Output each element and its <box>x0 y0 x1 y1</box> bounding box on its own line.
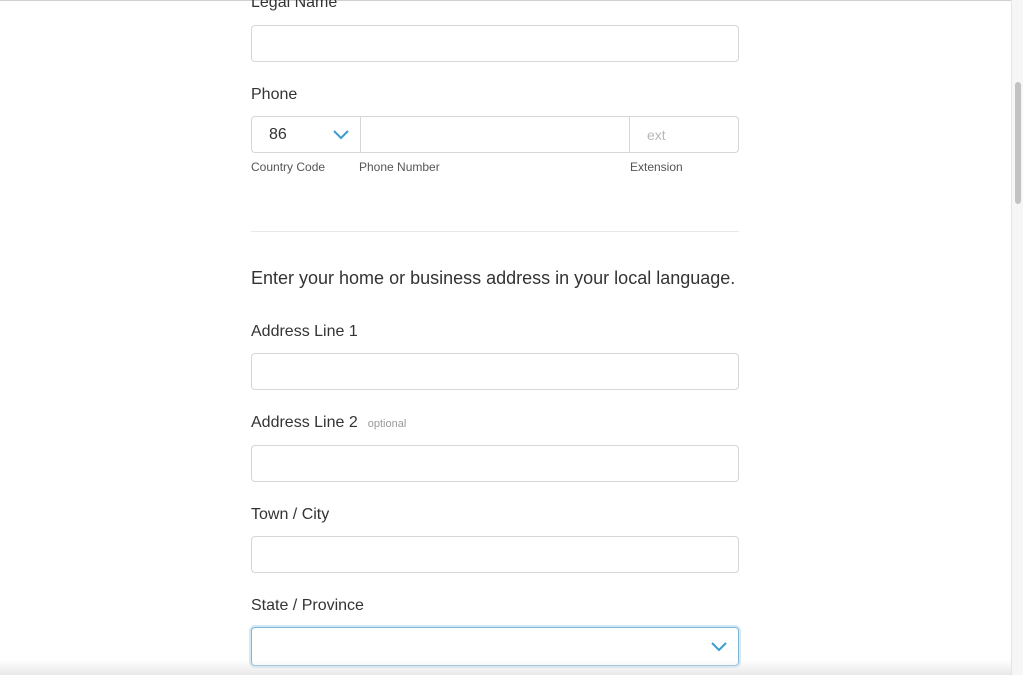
phone-number-input[interactable] <box>361 117 630 152</box>
optional-hint: optional <box>367 418 407 430</box>
town-city-label: Town / City <box>251 506 330 523</box>
address-line-2-label-text: Address Line 2 <box>251 414 358 431</box>
phone-number-caption: Phone Number <box>359 160 440 174</box>
state-province-label: State / Province <box>251 597 364 614</box>
town-city-input[interactable] <box>251 536 739 573</box>
bottom-fade <box>0 660 1011 675</box>
phone-label: Phone <box>251 86 298 103</box>
section-divider <box>251 231 739 232</box>
address-line-2-label: Address Line 2 optional <box>251 414 406 432</box>
extension-placeholder: ext <box>647 127 666 143</box>
country-code-caption: Country Code <box>251 160 326 174</box>
address-line-1-input[interactable] <box>251 353 739 390</box>
scrollbar-thumb[interactable] <box>1015 82 1021 204</box>
chevron-down-icon <box>333 130 349 140</box>
window-top-edge <box>0 0 1023 1</box>
extension-input[interactable]: ext <box>630 117 738 152</box>
country-code-select[interactable]: 86 <box>252 117 361 152</box>
country-code-value: 86 <box>269 126 287 143</box>
address-line-1-label: Address Line 1 <box>251 323 358 340</box>
chevron-down-icon <box>711 642 727 652</box>
address-line-2-input[interactable] <box>251 445 739 482</box>
legal-name-input[interactable] <box>251 25 739 62</box>
phone-field-group: 86 ext <box>251 116 739 153</box>
address-intro-text: Enter your home or business address in y… <box>251 268 736 288</box>
legal-name-label: Legal Name <box>251 0 338 11</box>
extension-caption: Extension <box>630 160 683 174</box>
